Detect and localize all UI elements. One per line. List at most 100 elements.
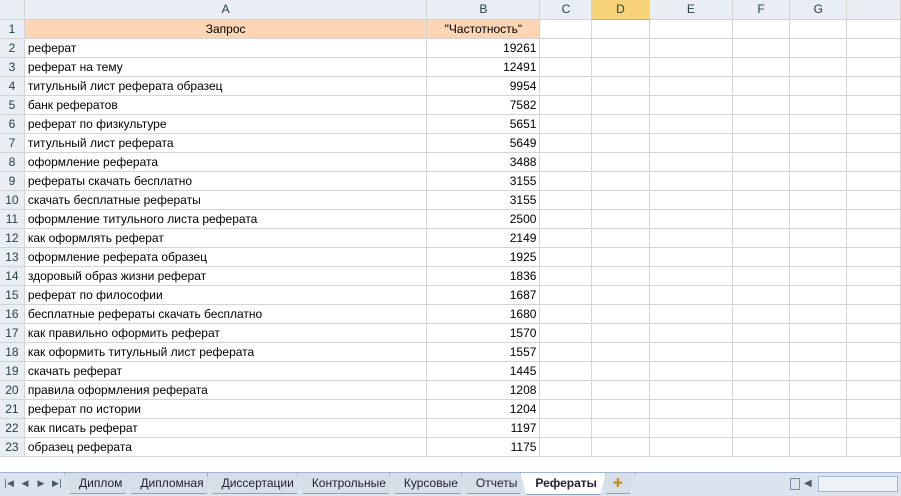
query-cell[interactable]: оформление реферата	[24, 152, 428, 172]
row-header[interactable]: 10	[0, 190, 25, 210]
query-cell[interactable]: титульный лист реферата	[24, 133, 428, 153]
cell[interactable]	[732, 380, 791, 400]
column-header-c[interactable]: C	[539, 0, 593, 20]
cell[interactable]	[846, 114, 901, 134]
cell[interactable]	[789, 418, 848, 438]
cell[interactable]	[789, 285, 848, 305]
row-header[interactable]: 3	[0, 57, 25, 77]
cell[interactable]	[649, 171, 734, 191]
cell[interactable]	[649, 342, 734, 362]
cell[interactable]	[591, 323, 650, 343]
cell[interactable]	[539, 418, 593, 438]
row-header[interactable]: 13	[0, 247, 25, 267]
cell[interactable]	[846, 342, 901, 362]
cell[interactable]	[539, 152, 593, 172]
cell[interactable]	[846, 38, 901, 58]
cell[interactable]	[539, 38, 593, 58]
cell[interactable]	[846, 190, 901, 210]
cell[interactable]	[539, 247, 593, 267]
frequency-cell[interactable]: 1204	[426, 399, 541, 419]
query-cell[interactable]: реферат по истории	[24, 399, 428, 419]
query-cell[interactable]: оформление титульного листа реферата	[24, 209, 428, 229]
query-cell[interactable]: реферат	[24, 38, 428, 58]
cell[interactable]	[539, 437, 593, 457]
cell[interactable]	[789, 152, 848, 172]
frequency-cell[interactable]: 1208	[426, 380, 541, 400]
next-sheet-icon[interactable]: ▶	[34, 476, 48, 492]
cell[interactable]	[789, 190, 848, 210]
column-header-g[interactable]: G	[789, 0, 848, 20]
cell[interactable]	[591, 399, 650, 419]
cell[interactable]	[649, 228, 734, 248]
first-sheet-icon[interactable]: |◀	[2, 476, 16, 492]
split-handle-icon[interactable]	[790, 478, 800, 490]
cell[interactable]	[539, 323, 593, 343]
cell[interactable]	[649, 304, 734, 324]
cell[interactable]	[591, 114, 650, 134]
cell[interactable]	[649, 266, 734, 286]
frequency-cell[interactable]: 2149	[426, 228, 541, 248]
cell[interactable]	[539, 190, 593, 210]
cell[interactable]	[539, 19, 593, 39]
query-cell[interactable]: оформление реферата образец	[24, 247, 428, 267]
cell[interactable]	[591, 285, 650, 305]
cell[interactable]	[649, 380, 734, 400]
query-cell[interactable]: образец реферата	[24, 437, 428, 457]
frequency-cell[interactable]: 1570	[426, 323, 541, 343]
cell[interactable]	[732, 114, 791, 134]
cell[interactable]	[789, 323, 848, 343]
cell[interactable]	[846, 266, 901, 286]
frequency-cell[interactable]: 19261	[426, 38, 541, 58]
frequency-cell[interactable]: 1557	[426, 342, 541, 362]
row-header[interactable]: 17	[0, 323, 25, 343]
cell[interactable]	[539, 304, 593, 324]
cell[interactable]	[846, 437, 901, 457]
cell[interactable]	[789, 209, 848, 229]
cell[interactable]	[732, 95, 791, 115]
cell[interactable]	[846, 323, 901, 343]
query-cell[interactable]: титульный лист реферата образец	[24, 76, 428, 96]
row-header[interactable]: 16	[0, 304, 25, 324]
query-cell[interactable]: как оформить титульный лист реферата	[24, 342, 428, 362]
cell[interactable]	[591, 361, 650, 381]
cell[interactable]	[732, 171, 791, 191]
sheet-tab[interactable]: Отчеты	[461, 473, 526, 494]
cell[interactable]	[789, 342, 848, 362]
cell[interactable]	[732, 266, 791, 286]
insert-sheet-icon[interactable]: ✚	[600, 473, 636, 494]
row-header[interactable]: 9	[0, 171, 25, 191]
cell[interactable]	[539, 228, 593, 248]
cell[interactable]	[846, 399, 901, 419]
query-cell[interactable]: скачать реферат	[24, 361, 428, 381]
column-header-h[interactable]	[846, 0, 901, 20]
cell[interactable]	[732, 152, 791, 172]
cell[interactable]	[591, 380, 650, 400]
frequency-cell[interactable]: 1836	[426, 266, 541, 286]
frequency-cell[interactable]: 9954	[426, 76, 541, 96]
cell[interactable]	[789, 437, 848, 457]
cell[interactable]	[539, 76, 593, 96]
cell[interactable]	[789, 19, 848, 39]
cell[interactable]	[846, 171, 901, 191]
cell[interactable]	[732, 323, 791, 343]
horizontal-scrollbar[interactable]	[818, 476, 898, 492]
column-header-a[interactable]: A	[24, 0, 428, 20]
row-header[interactable]: 20	[0, 380, 25, 400]
cell[interactable]	[732, 190, 791, 210]
query-cell[interactable]: правила оформления реферата	[24, 380, 428, 400]
row-header[interactable]: 14	[0, 266, 25, 286]
sheet-tab[interactable]: Курсовые	[389, 473, 467, 494]
cell[interactable]	[649, 152, 734, 172]
cell[interactable]	[846, 418, 901, 438]
cell[interactable]	[591, 437, 650, 457]
last-sheet-icon[interactable]: ▶|	[50, 476, 64, 492]
query-cell[interactable]: реферат на тему	[24, 57, 428, 77]
cell[interactable]	[846, 228, 901, 248]
cell[interactable]	[649, 114, 734, 134]
cell[interactable]	[846, 209, 901, 229]
cell[interactable]	[789, 304, 848, 324]
cell[interactable]	[789, 57, 848, 77]
cell[interactable]	[591, 19, 650, 39]
cell[interactable]	[591, 38, 650, 58]
cell[interactable]	[649, 418, 734, 438]
